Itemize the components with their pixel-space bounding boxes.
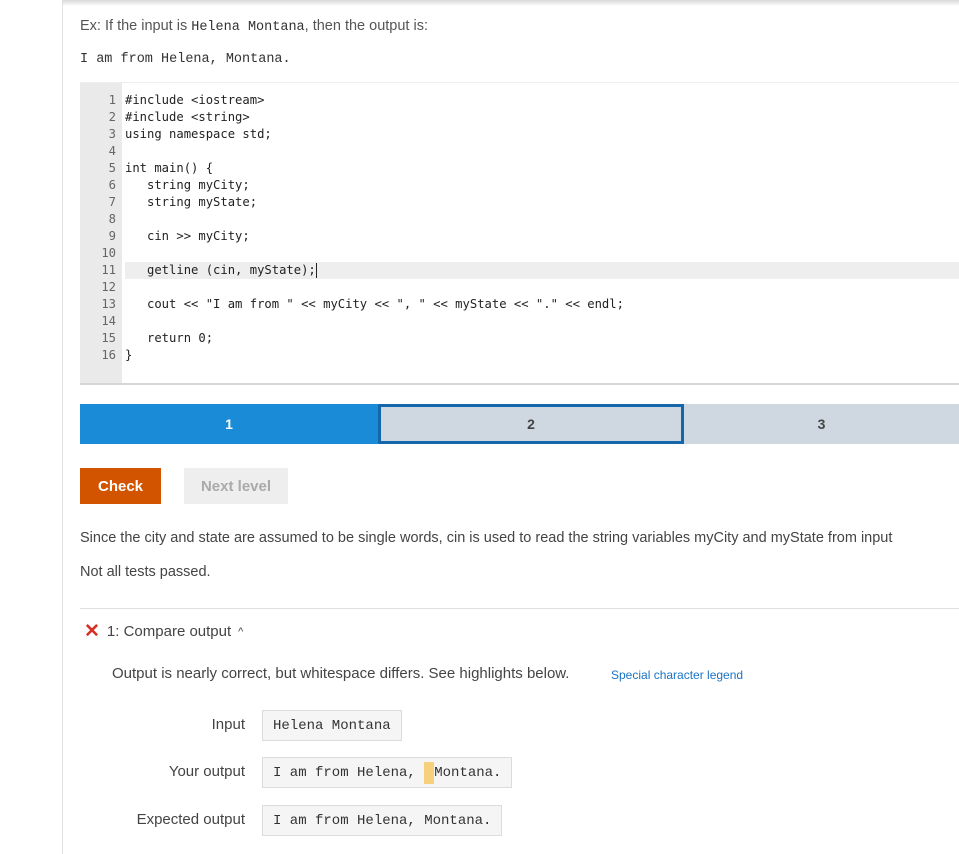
line-number: 1: [108, 93, 116, 107]
code-line[interactable]: 4: [80, 143, 959, 160]
code-line[interactable]: 15 return 0;: [80, 330, 959, 347]
your-output-label: Your output: [168, 763, 245, 780]
code-text[interactable]: string myCity;: [125, 177, 250, 194]
line-number: 16: [101, 348, 116, 362]
code-line[interactable]: 10: [80, 245, 959, 262]
line-number: 9: [108, 229, 116, 243]
code-line[interactable]: 7 string myState;: [80, 194, 959, 211]
code-text[interactable]: using namespace std;: [125, 126, 272, 143]
fail-x-icon: ✕: [84, 621, 100, 642]
code-text[interactable]: int main() {: [125, 160, 213, 177]
tests-status: Not all tests passed.: [80, 564, 211, 580]
line-number: 3: [108, 127, 116, 141]
code-text[interactable]: #include <string>: [125, 109, 250, 126]
code-text[interactable]: string myState;: [125, 194, 257, 211]
example-input: Helena Montana: [191, 20, 305, 35]
code-text[interactable]: cout << "I am from " << myCity << ", " <…: [125, 296, 624, 313]
code-line[interactable]: 2 #include <string>: [80, 109, 959, 126]
input-label: Input: [211, 716, 245, 733]
divider: [80, 608, 959, 609]
whitespace-highlight: [424, 761, 435, 784]
explanation-text: Since the city and state are assumed to …: [80, 530, 893, 546]
your-output-text-after: Montana.: [434, 764, 502, 781]
level-1-segment[interactable]: 1: [80, 404, 378, 444]
code-text[interactable]: cin >> myCity;: [125, 228, 250, 245]
code-lines[interactable]: 1 #include <iostream> 2 #include <string> 3 u…: [80, 92, 959, 364]
code-line[interactable]: 11 getline (cin, myState);: [80, 262, 959, 279]
line-number: 14: [101, 314, 116, 328]
example-suffix: , then the output is:: [304, 18, 428, 34]
line-number: 12: [101, 280, 116, 294]
expected-output-box: I am from Helena, Montana.: [262, 805, 503, 836]
expected-output-label: Expected output: [136, 811, 245, 828]
test-message: Output is nearly correct, but whitespace…: [112, 665, 570, 682]
check-button[interactable]: Check: [80, 468, 161, 504]
text-cursor: [315, 263, 317, 278]
your-output-text-before: I am from Helena,: [273, 764, 425, 781]
example-prefix: Ex: If the input is: [80, 18, 192, 34]
content-left-rule: [62, 0, 63, 854]
input-value-box: Helena Montana: [262, 710, 402, 741]
code-text[interactable]: #include <iostream>: [125, 92, 264, 109]
special-character-legend-link[interactable]: Special character legend: [611, 668, 743, 682]
line-number: 7: [108, 195, 116, 209]
code-line[interactable]: 14: [80, 313, 959, 330]
level-progress-bar: 123: [80, 404, 959, 444]
your-output-box: I am from Helena, Montana.: [262, 757, 513, 788]
line-number: 11: [101, 263, 116, 277]
example-description: Ex: If the input is Helena Montana, then…: [80, 18, 428, 35]
code-text[interactable]: }: [125, 347, 132, 364]
line-number: 10: [101, 246, 116, 260]
line-number: 8: [108, 212, 116, 226]
level-3-segment[interactable]: 3: [684, 404, 959, 444]
example-output: I am from Helena, Montana.: [80, 52, 291, 67]
code-line[interactable]: 5 int main() {: [80, 160, 959, 177]
code-text[interactable]: return 0;: [125, 330, 213, 347]
line-number: 13: [101, 297, 116, 311]
test-title: 1: Compare output: [106, 623, 232, 640]
code-line[interactable]: 8: [80, 211, 959, 228]
code-line[interactable]: 1 #include <iostream>: [80, 92, 959, 109]
code-line[interactable]: 3 using namespace std;: [80, 126, 959, 143]
chevron-up-icon: ^: [238, 625, 244, 638]
code-text[interactable]: getline (cin, myState);: [125, 262, 959, 279]
top-shadow: [63, 0, 959, 6]
next-level-button[interactable]: Next level: [184, 468, 288, 504]
line-number: 2: [108, 110, 116, 124]
code-line[interactable]: 6 string myCity;: [80, 177, 959, 194]
line-number: 4: [108, 144, 116, 158]
level-2-segment[interactable]: 2: [378, 404, 684, 444]
line-number: 6: [108, 178, 116, 192]
code-editor[interactable]: 1 #include <iostream> 2 #include <string> 3 u…: [80, 82, 959, 385]
code-line[interactable]: 16}: [80, 347, 959, 364]
test-result-toggle[interactable]: ✕ 1: Compare output ^: [84, 620, 243, 643]
code-line[interactable]: 13 cout << "I am from " << myCity << ", …: [80, 296, 959, 313]
code-line[interactable]: 9 cin >> myCity;: [80, 228, 959, 245]
line-number: 15: [101, 331, 116, 345]
line-number: 5: [108, 161, 116, 175]
code-line[interactable]: 12: [80, 279, 959, 296]
